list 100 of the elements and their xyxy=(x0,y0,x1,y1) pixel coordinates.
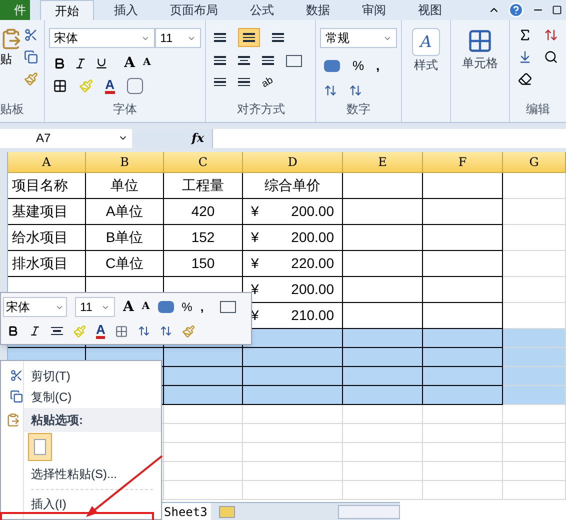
outdent-icon[interactable] xyxy=(238,78,250,86)
cells-button[interactable]: 单元格 xyxy=(462,28,498,72)
ribbon-tab[interactable]: 公式 xyxy=(238,0,286,20)
currency-symbol: ¥ xyxy=(251,306,259,325)
menu-item[interactable]: 复制(C) xyxy=(31,388,72,406)
middle-align-icon[interactable] xyxy=(238,28,260,46)
paste-button[interactable]: 贴 xyxy=(0,50,24,68)
insert-function-button[interactable]: fx xyxy=(132,128,212,148)
restore-icon[interactable] xyxy=(552,5,562,15)
help-icon[interactable] xyxy=(508,2,524,18)
sheet-row[interactable]: 给水项目 B单位 152 ¥ 200.00 xyxy=(0,225,566,251)
italic-icon[interactable] xyxy=(29,325,41,337)
ribbon-tab[interactable]: 视图 xyxy=(406,0,454,20)
cell-text: 工程量 xyxy=(182,176,224,195)
align-center-icon[interactable] xyxy=(238,56,250,65)
percent-button[interactable]: % xyxy=(352,56,364,76)
column-header[interactable]: A xyxy=(8,152,86,173)
column-header[interactable]: F xyxy=(423,152,503,173)
cut-icon[interactable] xyxy=(24,28,38,42)
align-right-icon[interactable] xyxy=(262,56,274,65)
paste-icon xyxy=(6,412,20,427)
underline-icon[interactable] xyxy=(95,56,108,70)
sheet-tab[interactable]: Sheet3 xyxy=(160,503,212,520)
sheet-row[interactable]: 项目名称 单位 工程量 综合单价 xyxy=(0,173,566,199)
shrink-font-button[interactable]: A xyxy=(142,302,150,312)
orientation-button[interactable]: ab xyxy=(259,72,276,92)
decrease-decimal-icon[interactable] xyxy=(160,325,172,337)
cell-text: 152 xyxy=(191,228,215,247)
phonetic-icon[interactable] xyxy=(126,78,143,94)
cell-text: 基建项目 xyxy=(12,202,68,221)
font-name-field[interactable]: 宋体 xyxy=(3,297,67,317)
ribbon-tab[interactable]: 开始 xyxy=(40,0,94,20)
sheet-row[interactable]: 排水项目 C单位 150 ¥ 220.00 xyxy=(0,251,566,277)
page-icon xyxy=(34,439,46,456)
bold-icon[interactable] xyxy=(7,325,19,337)
comma-button[interactable]: , xyxy=(376,56,380,76)
menu-heading: 粘贴选项: xyxy=(24,408,161,432)
find-icon[interactable] xyxy=(544,50,558,64)
column-header[interactable]: D xyxy=(243,152,343,173)
cell-text: 150 xyxy=(191,254,215,273)
cut-icon xyxy=(10,369,22,382)
number-format-field[interactable]: 常规 xyxy=(320,28,398,48)
formula-field[interactable] xyxy=(212,128,566,148)
decrease-decimal-icon[interactable] xyxy=(349,84,362,96)
currency-symbol: ¥ xyxy=(251,228,259,247)
font-color-button[interactable]: A xyxy=(96,323,106,339)
ribbon-tab[interactable]: 插入 xyxy=(102,0,150,20)
shrink-font-button[interactable]: A xyxy=(143,58,151,68)
cell-text: 200.00 xyxy=(291,228,334,247)
increase-decimal-icon[interactable] xyxy=(324,84,338,96)
clear-icon[interactable] xyxy=(518,72,532,86)
format-painter-icon[interactable] xyxy=(24,72,38,86)
bold-icon[interactable] xyxy=(53,56,66,70)
currency-icon[interactable] xyxy=(324,60,340,72)
horizontal-scrollbar[interactable] xyxy=(338,504,400,518)
copy-icon[interactable] xyxy=(24,50,38,64)
cell-text: 综合单价 xyxy=(264,176,320,195)
italic-icon[interactable] xyxy=(74,56,88,70)
sheet-row[interactable]: 基建项目 A单位 420 ¥ 200.00 xyxy=(0,199,566,225)
borders-icon[interactable] xyxy=(53,79,68,93)
top-align-icon[interactable] xyxy=(214,33,226,42)
font-size-field[interactable]: 11 xyxy=(155,28,202,48)
grow-font-button[interactable]: A xyxy=(124,56,136,70)
paste-icon[interactable] xyxy=(0,28,22,50)
file-tab[interactable]: 件 xyxy=(0,0,30,20)
fill-color-icon[interactable] xyxy=(79,79,94,93)
menu-item[interactable]: 插入(I) xyxy=(31,495,66,514)
paste-option-button[interactable] xyxy=(28,433,52,462)
menu-item[interactable]: 剪切(T) xyxy=(31,366,70,385)
merge-icon[interactable] xyxy=(286,54,302,66)
fill-icon[interactable] xyxy=(518,50,532,64)
currency-icon[interactable] xyxy=(158,301,174,313)
ribbon-tab[interactable]: 数据 xyxy=(294,0,342,20)
cell-text: 220.00 xyxy=(291,254,334,273)
increase-decimal-icon[interactable] xyxy=(138,325,150,337)
column-header[interactable]: B xyxy=(86,152,164,173)
font-name-field[interactable]: 宋体 xyxy=(49,28,156,48)
ribbon-tab[interactable]: 审阅 xyxy=(350,0,398,20)
align-left-icon[interactable] xyxy=(214,56,226,65)
font-size-field[interactable]: 11 xyxy=(75,297,115,317)
ribbon-tab[interactable]: 页面布局 xyxy=(158,0,230,20)
menu-item[interactable]: 选择性粘贴(S)... xyxy=(31,465,117,484)
name-box[interactable]: A7 xyxy=(0,128,132,148)
column-header[interactable]: G xyxy=(503,152,566,173)
group-label: 编辑 xyxy=(526,101,550,118)
bottom-align-icon[interactable] xyxy=(272,33,284,42)
merge-icon[interactable] xyxy=(220,301,236,313)
grow-font-button[interactable]: A xyxy=(123,300,134,314)
sort-icon[interactable] xyxy=(544,28,558,42)
fill-color-icon[interactable] xyxy=(73,324,86,338)
column-header[interactable]: E xyxy=(343,152,423,173)
format-painter-icon[interactable] xyxy=(182,324,196,338)
styles-button[interactable]: A 样式 xyxy=(412,28,440,74)
indent-icon[interactable] xyxy=(214,78,226,86)
font-color-button[interactable]: A xyxy=(105,78,115,94)
cell-text: 200.00 xyxy=(291,280,334,299)
column-header[interactable]: C xyxy=(164,152,243,173)
center-icon[interactable] xyxy=(51,326,63,336)
cell-text: 210.00 xyxy=(291,306,334,325)
group-label: 贴板 xyxy=(0,101,25,118)
